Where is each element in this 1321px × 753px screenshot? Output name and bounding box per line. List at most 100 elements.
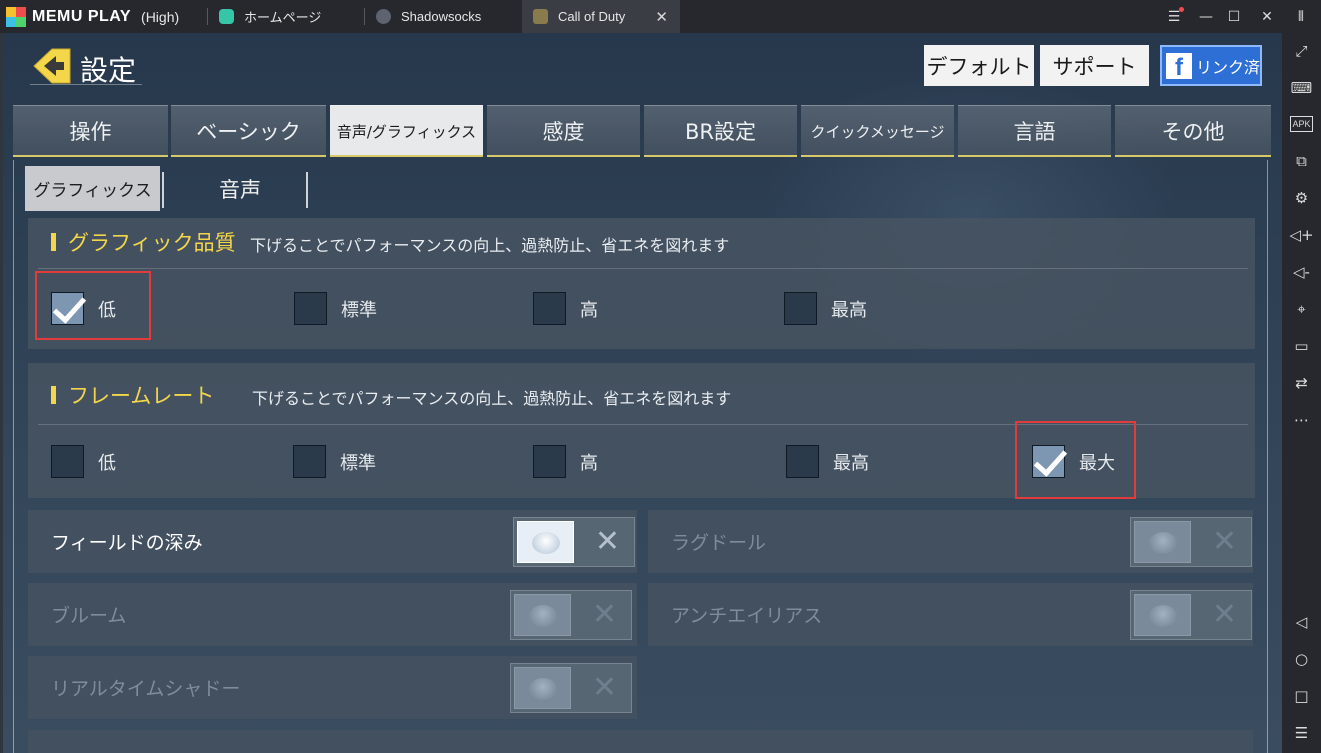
graphics-quality-section: グラフィック品質 下げることでパフォーマンスの向上、過熱防止、省エネを図れます …: [28, 218, 1255, 349]
section-title: グラフィック品質: [68, 231, 236, 255]
tab-audio-graphics[interactable]: 音声/グラフィックス: [330, 105, 483, 157]
volume-down-icon[interactable]: ◁-: [1282, 257, 1321, 287]
close-window-icon[interactable]: ✕: [1251, 0, 1283, 33]
android-home-icon[interactable]: ○: [1282, 644, 1321, 674]
graphics-quality-highest[interactable]: 最高: [784, 292, 867, 325]
toggle-off-icon: ✕: [1211, 524, 1237, 559]
memu-logo-icon: [6, 7, 26, 27]
apk-icon[interactable]: APK: [1282, 109, 1321, 139]
bloom-toggle[interactable]: ✕: [510, 590, 632, 640]
location-pin-icon[interactable]: ⌖: [1282, 294, 1321, 324]
toggle-knob: [517, 521, 574, 563]
android-back-icon[interactable]: ◁: [1282, 607, 1321, 637]
tab-label: ホームページ: [244, 10, 322, 25]
section-marker: [51, 233, 56, 251]
game-viewport: 設定 デフォルト サポート f リンク済 操作 ベーシック 音声/グラフィックス…: [0, 33, 1282, 753]
tab-sensitivity[interactable]: 感度: [487, 105, 640, 157]
sync-icon[interactable]: ⇄: [1282, 368, 1321, 398]
checkbox[interactable]: [784, 292, 817, 325]
depth-of-field-toggle[interactable]: ✕: [513, 517, 635, 567]
tab-br-settings[interactable]: BR設定: [644, 105, 797, 157]
subtab-divider: [306, 172, 308, 208]
realtime-shadow-toggle[interactable]: ✕: [510, 663, 632, 713]
toggle-off-icon: ✕: [591, 597, 617, 632]
realtime-shadow-row: リアルタイムシャドー ✕: [28, 656, 637, 719]
ragdoll-row: ラグドール ✕: [648, 510, 1253, 573]
main-tab-bar: 操作 ベーシック 音声/グラフィックス 感度 BR設定 クイックメッセージ 言語…: [13, 105, 1271, 157]
support-button[interactable]: サポート: [1040, 45, 1149, 86]
right-sidebar: ⤢ ⌨ APK ⧉ ⚙ ◁+ ◁- ⌖ ▭ ⇄ ⋯ ◁ ○ □ ☰: [1282, 33, 1321, 753]
checkbox[interactable]: [51, 445, 84, 478]
graphics-quality-standard[interactable]: 標準: [294, 292, 377, 325]
title-bar: MEMU PLAY (High) ホームページ Shadowsocks Call…: [0, 0, 1321, 33]
toggle-label: フィールドの深み: [51, 532, 203, 554]
bloom-row: ブルーム ✕: [28, 583, 637, 646]
tab-call-of-duty[interactable]: Call of Duty ✕: [522, 0, 680, 33]
section-description: 下げることでパフォーマンスの向上、過熱防止、省エネを図れます: [252, 389, 732, 408]
back-arrow-icon: [33, 48, 71, 84]
checkbox[interactable]: [533, 292, 566, 325]
back-button[interactable]: 設定: [30, 47, 142, 87]
android-recents-icon[interactable]: □: [1282, 681, 1321, 711]
toggle-label: ラグドール: [671, 532, 767, 554]
tab-homepage[interactable]: ホームページ: [208, 0, 363, 33]
frame-rate-high[interactable]: 高: [533, 445, 598, 478]
checkbox[interactable]: [294, 292, 327, 325]
facebook-icon: f: [1166, 52, 1192, 79]
volume-up-icon[interactable]: ◁+: [1282, 220, 1321, 250]
checkbox[interactable]: [293, 445, 326, 478]
fullscreen-icon[interactable]: ⤢: [1282, 36, 1321, 66]
tab-other[interactable]: その他: [1115, 105, 1271, 157]
toggle-label: ブルーム: [51, 605, 127, 627]
facebook-link-button[interactable]: f リンク済: [1160, 45, 1262, 86]
settings-gear-icon[interactable]: ⚙: [1282, 183, 1321, 213]
folder-icon[interactable]: ▭: [1282, 331, 1321, 361]
depth-of-field-row: フィールドの深み ✕: [28, 510, 637, 573]
subtab-divider: [162, 172, 164, 208]
checkbox[interactable]: [533, 445, 566, 478]
checkbox[interactable]: [786, 445, 819, 478]
menu-icon[interactable]: ☰: [1158, 0, 1190, 33]
memu-logo: MEMU PLAY (High): [6, 7, 179, 27]
list-menu-icon[interactable]: ☰: [1282, 718, 1321, 748]
highlight-box: [1015, 421, 1136, 499]
frame-rate-low[interactable]: 低: [51, 445, 116, 478]
option-label: 最高: [831, 299, 867, 321]
tab-label: Call of Duty: [558, 9, 626, 24]
frame-rate-highest[interactable]: 最高: [786, 445, 869, 478]
frame-rate-standard[interactable]: 標準: [293, 445, 376, 478]
tab-language[interactable]: 言語: [958, 105, 1111, 157]
subtab-audio[interactable]: 音声: [210, 170, 270, 208]
sidebar-toggle-icon[interactable]: ⦀: [1285, 0, 1317, 33]
next-row-partial: [28, 730, 1253, 753]
homepage-app-icon: [219, 9, 234, 24]
default-button[interactable]: デフォルト: [924, 45, 1034, 86]
more-icon[interactable]: ⋯: [1282, 405, 1321, 435]
section-marker: [51, 386, 56, 404]
option-label: 低: [98, 452, 116, 474]
toggle-label: アンチエイリアス: [671, 605, 823, 627]
tab-quick-message[interactable]: クイックメッセージ: [801, 105, 954, 157]
anti-aliasing-toggle[interactable]: ✕: [1130, 590, 1252, 640]
section-description: 下げることでパフォーマンスの向上、過熱防止、省エネを図れます: [250, 236, 730, 255]
close-tab-icon[interactable]: ✕: [655, 8, 668, 26]
toggle-knob: [1134, 594, 1191, 636]
keyboard-icon[interactable]: ⌨: [1282, 73, 1321, 103]
toggle-off-icon: ✕: [594, 524, 620, 559]
maximize-icon[interactable]: ☐: [1218, 0, 1250, 33]
ragdoll-toggle[interactable]: ✕: [1130, 517, 1252, 567]
highlight-box: [35, 271, 151, 340]
quality-label: (High): [141, 9, 180, 25]
subtab-graphics[interactable]: グラフィックス: [25, 166, 160, 211]
toggle-off-icon: ✕: [591, 670, 617, 705]
option-label: 高: [580, 452, 598, 474]
tab-shadowsocks[interactable]: Shadowsocks: [365, 0, 520, 33]
graphics-quality-high[interactable]: 高: [533, 292, 598, 325]
tab-label: Shadowsocks: [401, 9, 482, 24]
tab-basic[interactable]: ベーシック: [171, 105, 326, 157]
option-label: 標準: [341, 299, 377, 321]
option-label: 高: [580, 299, 598, 321]
toggle-knob: [514, 594, 571, 636]
multi-window-icon[interactable]: ⧉: [1282, 146, 1321, 176]
tab-controls[interactable]: 操作: [13, 105, 168, 157]
